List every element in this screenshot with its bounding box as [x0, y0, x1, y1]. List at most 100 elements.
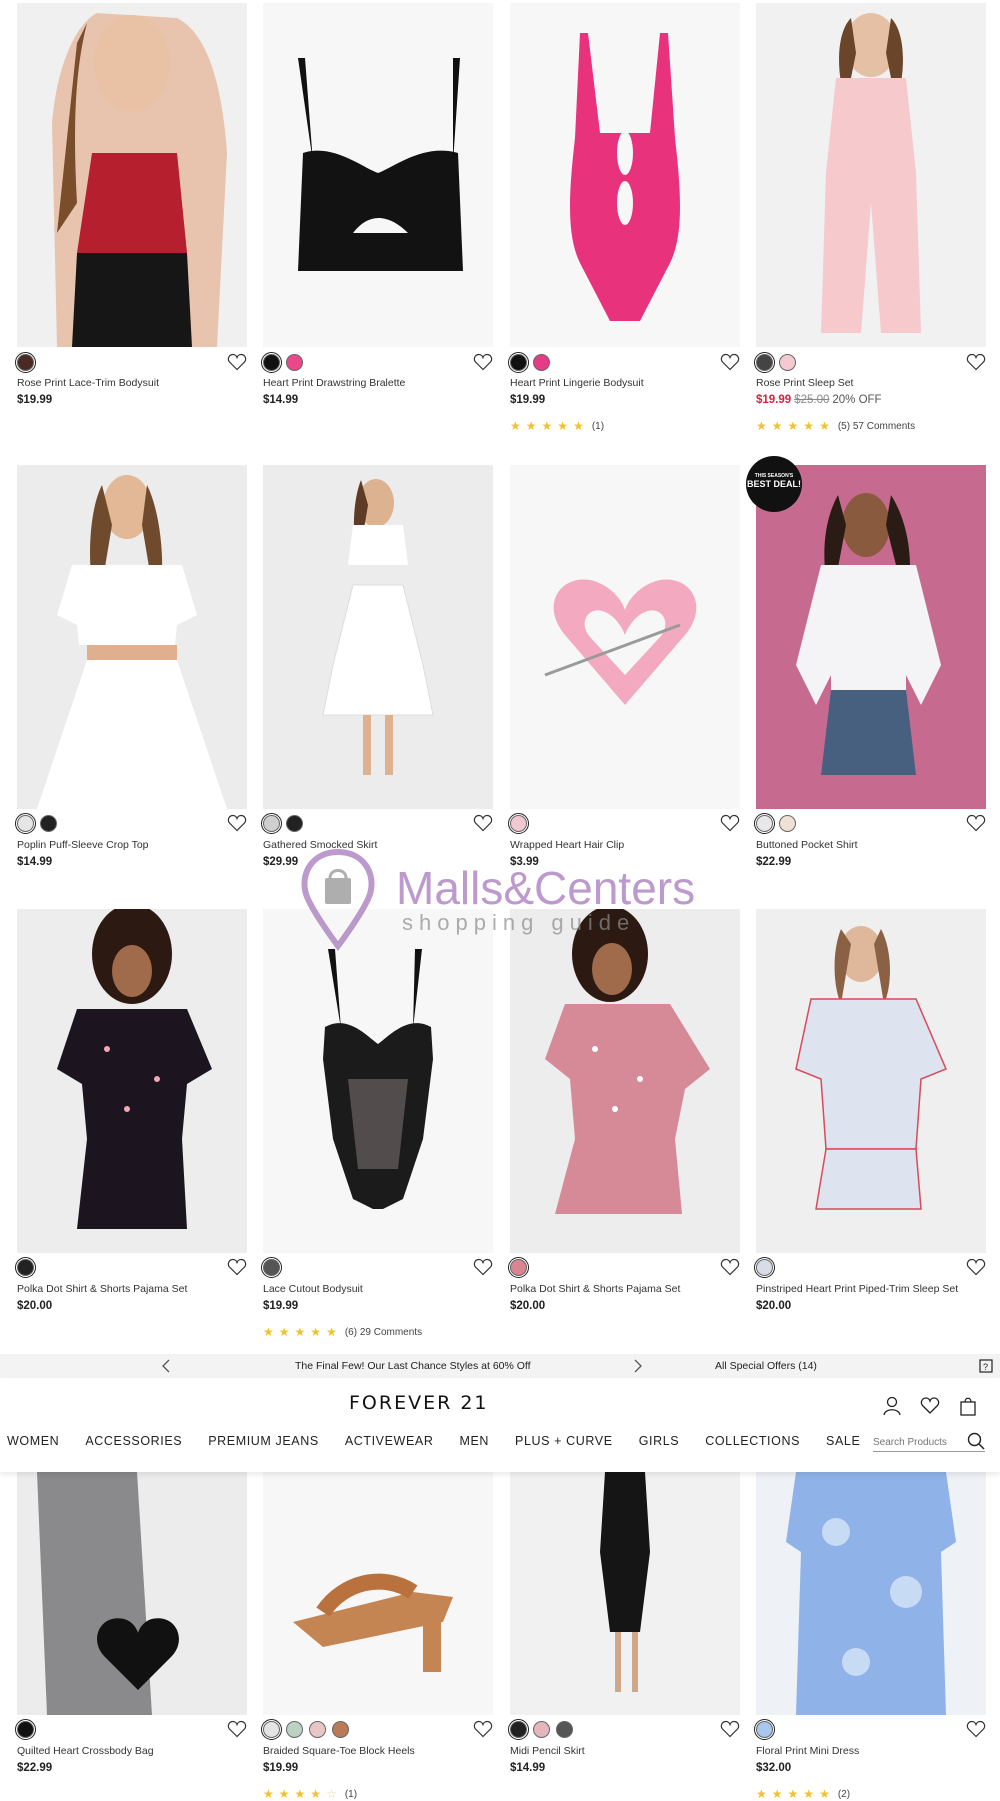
wishlist-heart-icon[interactable]: [227, 814, 247, 832]
color-swatch[interactable]: [309, 1721, 326, 1738]
rating[interactable]: ★ ★ ★ ★ ★ (1): [510, 419, 604, 433]
wishlist-heart-icon[interactable]: [473, 814, 493, 832]
product-name[interactable]: Rose Print Lace-Trim Bodysuit: [17, 377, 159, 389]
color-swatch[interactable]: [261, 813, 282, 834]
color-swatch[interactable]: [508, 1257, 529, 1278]
color-swatch[interactable]: [40, 815, 57, 832]
special-offers-link[interactable]: All Special Offers (14): [715, 1360, 817, 1372]
product-image[interactable]: [510, 465, 740, 809]
color-swatch[interactable]: [508, 352, 529, 373]
product-image[interactable]: [263, 909, 493, 1253]
search-input[interactable]: [873, 1437, 965, 1448]
product-image[interactable]: [263, 3, 493, 347]
color-swatch[interactable]: [15, 813, 36, 834]
wishlist-heart-icon[interactable]: [227, 353, 247, 371]
product-name[interactable]: Poplin Puff-Sleeve Crop Top: [17, 839, 149, 851]
wishlist-heart-icon[interactable]: [720, 1720, 740, 1738]
product-name[interactable]: Pinstriped Heart Print Piped-Trim Sleep …: [756, 1283, 958, 1295]
wishlist-heart-icon[interactable]: [473, 1720, 493, 1738]
color-swatch[interactable]: [754, 1719, 775, 1740]
rating[interactable]: ★ ★ ★ ★ ☆ (1): [263, 1787, 357, 1801]
menu-item[interactable]: COLLECTIONS: [705, 1434, 800, 1448]
color-swatch[interactable]: [533, 1721, 550, 1738]
product-image[interactable]: [263, 465, 493, 809]
site-logo[interactable]: FOREVER 21: [349, 1392, 489, 1414]
color-swatch[interactable]: [533, 354, 550, 371]
wishlist-heart-icon[interactable]: [966, 1258, 986, 1276]
product-name[interactable]: Lace Cutout Bodysuit: [263, 1283, 363, 1295]
product-name[interactable]: Midi Pencil Skirt: [510, 1745, 585, 1757]
color-swatch[interactable]: [261, 1719, 282, 1740]
rating[interactable]: ★ ★ ★ ★ ★ (5) 57 Comments: [756, 419, 915, 433]
product-name[interactable]: Gathered Smocked Skirt: [263, 839, 377, 851]
wishlist-heart-icon[interactable]: [720, 814, 740, 832]
product-name[interactable]: Buttoned Pocket Shirt: [756, 839, 858, 851]
product-image[interactable]: [17, 3, 247, 347]
rating[interactable]: ★ ★ ★ ★ ★ (2): [756, 1787, 850, 1801]
product-image[interactable]: [510, 909, 740, 1253]
color-swatch[interactable]: [286, 1721, 303, 1738]
promo-text[interactable]: The Final Few! Our Last Chance Styles at…: [295, 1360, 531, 1372]
product-name[interactable]: Polka Dot Shirt & Shorts Pajama Set: [17, 1283, 187, 1295]
wishlist-heart-icon[interactable]: [473, 1258, 493, 1276]
color-swatch[interactable]: [779, 354, 796, 371]
color-swatch[interactable]: [286, 815, 303, 832]
color-swatch[interactable]: [261, 352, 282, 373]
menu-item[interactable]: PREMIUM JEANS: [208, 1434, 319, 1448]
wishlist-heart-icon[interactable]: [966, 1720, 986, 1738]
product-name[interactable]: Polka Dot Shirt & Shorts Pajama Set: [510, 1283, 680, 1295]
product-image[interactable]: [510, 3, 740, 347]
menu-item[interactable]: ACCESSORIES: [85, 1434, 182, 1448]
rating[interactable]: ★ ★ ★ ★ ★ (6) 29 Comments: [263, 1325, 422, 1339]
color-swatch[interactable]: [286, 354, 303, 371]
product-name[interactable]: Heart Print Lingerie Bodysuit: [510, 377, 644, 389]
color-swatch[interactable]: [754, 352, 775, 373]
wishlist-heart-icon[interactable]: [966, 353, 986, 371]
product-image[interactable]: [756, 465, 986, 809]
wishlist-heart-icon[interactable]: [227, 1258, 247, 1276]
chevron-right-icon[interactable]: [632, 1359, 644, 1373]
color-swatch[interactable]: [15, 1719, 36, 1740]
product-name[interactable]: Wrapped Heart Hair Clip: [510, 839, 624, 851]
color-swatch[interactable]: [261, 1257, 282, 1278]
account-icon[interactable]: [882, 1396, 902, 1416]
product-name[interactable]: Heart Print Drawstring Bralette: [263, 377, 405, 389]
menu-item[interactable]: PLUS + CURVE: [515, 1434, 613, 1448]
menu-item[interactable]: WOMEN: [7, 1434, 59, 1448]
product-image[interactable]: [756, 1472, 986, 1715]
product-name[interactable]: Braided Square-Toe Block Heels: [263, 1745, 415, 1757]
wishlist-heart-icon[interactable]: [966, 814, 986, 832]
help-icon[interactable]: ?: [979, 1359, 993, 1373]
wishlist-icon[interactable]: [920, 1396, 940, 1416]
product-image[interactable]: [17, 1472, 247, 1715]
product-name[interactable]: Rose Print Sleep Set: [756, 377, 853, 389]
product-image[interactable]: [510, 1472, 740, 1715]
shopping-bag-icon[interactable]: [958, 1396, 978, 1416]
product-image[interactable]: [263, 1472, 493, 1715]
menu-item[interactable]: SALE: [826, 1434, 860, 1448]
wishlist-heart-icon[interactable]: [473, 353, 493, 371]
product-image[interactable]: [17, 465, 247, 809]
color-swatch[interactable]: [754, 813, 775, 834]
product-image[interactable]: [756, 3, 986, 347]
menu-item[interactable]: MEN: [459, 1434, 489, 1448]
color-swatch[interactable]: [556, 1721, 573, 1738]
color-swatch[interactable]: [779, 815, 796, 832]
product-name[interactable]: Quilted Heart Crossbody Bag: [17, 1745, 154, 1757]
wishlist-heart-icon[interactable]: [720, 1258, 740, 1276]
product-image[interactable]: [756, 909, 986, 1253]
color-swatch[interactable]: [508, 1719, 529, 1740]
chevron-left-icon[interactable]: [160, 1359, 172, 1373]
wishlist-heart-icon[interactable]: [720, 353, 740, 371]
product-image[interactable]: [17, 909, 247, 1253]
color-swatch[interactable]: [332, 1721, 349, 1738]
menu-item[interactable]: ACTIVEWEAR: [345, 1434, 434, 1448]
color-swatch[interactable]: [15, 352, 36, 373]
color-swatch[interactable]: [754, 1257, 775, 1278]
product-name[interactable]: Floral Print Mini Dress: [756, 1745, 859, 1757]
wishlist-heart-icon[interactable]: [227, 1720, 247, 1738]
color-swatch[interactable]: [508, 813, 529, 834]
menu-item[interactable]: GIRLS: [639, 1434, 680, 1448]
color-swatch[interactable]: [15, 1257, 36, 1278]
search-icon[interactable]: [967, 1432, 985, 1450]
